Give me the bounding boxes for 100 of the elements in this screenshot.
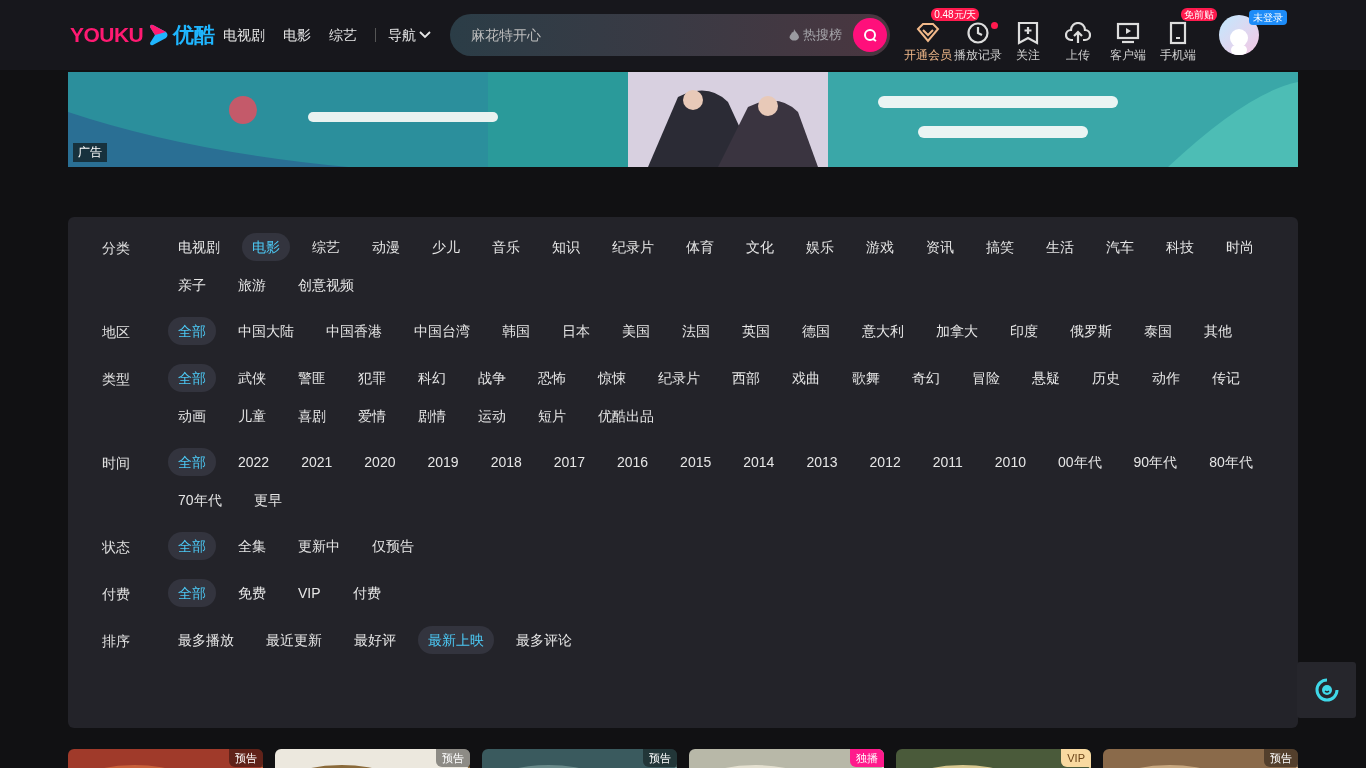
header-action-button[interactable]: 关注 [1016, 22, 1041, 64]
filter-option[interactable]: 电视剧 [168, 233, 230, 261]
filter-option[interactable]: 日本 [552, 317, 600, 345]
filter-option[interactable]: 2021 [291, 448, 343, 476]
filter-option[interactable]: 最多评论 [506, 626, 582, 654]
filter-option[interactable]: 旅游 [228, 271, 276, 299]
filter-option[interactable]: 更新中 [288, 532, 350, 560]
filter-option[interactable]: 最好评 [344, 626, 406, 654]
filter-option[interactable]: 时尚 [1216, 233, 1264, 261]
filter-option[interactable]: 仅预告 [362, 532, 424, 560]
filter-option[interactable]: 全集 [228, 532, 276, 560]
filter-option[interactable]: 剧情 [408, 402, 456, 430]
search-field[interactable]: 麻花特开心 热搜榜 [450, 14, 891, 56]
filter-option[interactable]: 2015 [670, 448, 722, 476]
filter-option[interactable]: 创意视频 [288, 271, 364, 299]
filter-option[interactable]: 2018 [480, 448, 532, 476]
header-action-button[interactable]: 客户端 [1110, 22, 1147, 64]
filter-option[interactable]: 80年代 [1199, 448, 1263, 476]
filter-option[interactable]: 印度 [1000, 317, 1048, 345]
filter-option[interactable]: 亲子 [168, 271, 216, 299]
filter-option[interactable]: 娱乐 [796, 233, 844, 261]
filter-option[interactable]: 短片 [528, 402, 576, 430]
filter-option[interactable]: 免费 [228, 579, 276, 607]
filter-option[interactable]: 体育 [676, 233, 724, 261]
search-button[interactable] [853, 18, 888, 52]
filter-option[interactable]: 意大利 [852, 317, 914, 345]
filter-option[interactable]: 2022 [228, 448, 280, 476]
filter-option[interactable]: 付费 [342, 579, 391, 607]
filter-option[interactable]: 儿童 [228, 402, 276, 430]
filter-option[interactable]: VIP [288, 579, 331, 607]
filter-option[interactable]: 泰国 [1134, 317, 1182, 345]
filter-option[interactable]: 生活 [1036, 233, 1084, 261]
filter-option[interactable]: 西部 [722, 364, 770, 392]
filter-option[interactable]: 历史 [1082, 364, 1130, 392]
nav-link[interactable]: 电影 [283, 24, 312, 46]
filter-option[interactable]: 歌舞 [842, 364, 890, 392]
filter-option[interactable]: 少儿 [422, 233, 470, 261]
filter-option[interactable]: 全部 [168, 317, 216, 345]
filter-option[interactable]: 恐怖 [528, 364, 576, 392]
filter-option[interactable]: 最新上映 [418, 626, 494, 654]
header-action-button[interactable]: 上传 [1065, 22, 1092, 64]
filter-option[interactable]: 中国台湾 [404, 317, 480, 345]
filter-option[interactable]: 70年代 [168, 486, 232, 514]
filter-option[interactable]: 冒险 [962, 364, 1010, 392]
filter-option[interactable]: 优酷出品 [588, 402, 664, 430]
filter-option[interactable]: 2017 [543, 448, 595, 476]
logo-text[interactable]: YOUKU [70, 19, 144, 51]
filter-option[interactable]: 传记 [1202, 364, 1250, 392]
filter-option[interactable]: 动画 [168, 402, 216, 430]
filter-option[interactable]: 2020 [354, 448, 406, 476]
header-action-button[interactable]: 手机端 [1160, 22, 1197, 64]
header-action-button[interactable]: 开通会员 [904, 22, 953, 64]
filter-option[interactable]: 最近更新 [256, 626, 332, 654]
filter-option[interactable]: 2016 [606, 448, 659, 476]
filter-option[interactable]: 惊悚 [588, 364, 636, 392]
hot-search-link[interactable]: 热搜榜 [803, 25, 843, 45]
filter-option[interactable]: 纪录片 [602, 233, 664, 261]
filter-option[interactable]: 2019 [417, 448, 469, 476]
customer-service-button[interactable] [1297, 662, 1356, 718]
logo-text[interactable]: 优酷 [173, 19, 216, 51]
filter-option[interactable]: 搞笑 [976, 233, 1024, 261]
filter-option[interactable]: 科技 [1156, 233, 1204, 261]
filter-option[interactable]: 电影 [242, 233, 290, 261]
filter-option[interactable]: 警匪 [288, 364, 336, 392]
filter-option[interactable]: 音乐 [482, 233, 530, 261]
filter-option[interactable]: 纪录片 [648, 364, 710, 392]
filter-option[interactable]: 其他 [1194, 317, 1242, 345]
filter-option[interactable]: 2013 [796, 448, 848, 476]
filter-option[interactable]: 战争 [468, 364, 516, 392]
header-action-button[interactable]: 播放记录 [954, 22, 1003, 64]
filter-option[interactable]: 科幻 [408, 364, 456, 392]
filter-option[interactable]: 90年代 [1123, 448, 1188, 476]
filter-option[interactable]: 全部 [168, 364, 216, 392]
filter-option[interactable]: 运动 [468, 402, 516, 430]
nav-menu[interactable]: 导航 [388, 24, 432, 46]
filter-option[interactable]: 2014 [733, 448, 785, 476]
filter-option[interactable]: 全部 [168, 448, 216, 476]
filter-option[interactable]: 资讯 [916, 233, 964, 261]
filter-option[interactable]: 动漫 [362, 233, 410, 261]
filter-option[interactable]: 文化 [736, 233, 784, 261]
filter-option[interactable]: 法国 [672, 317, 720, 345]
filter-option[interactable]: 更早 [243, 486, 292, 514]
filter-option[interactable]: 美国 [612, 317, 660, 345]
filter-option[interactable]: 中国大陆 [228, 317, 304, 345]
filter-option[interactable]: 奇幻 [902, 364, 950, 392]
filter-option[interactable]: 全部 [168, 579, 216, 607]
filter-option[interactable]: 00年代 [1048, 448, 1112, 476]
filter-option[interactable]: 2011 [922, 448, 973, 476]
filter-option[interactable]: 加拿大 [926, 317, 988, 345]
filter-option[interactable]: 爱情 [348, 402, 396, 430]
filter-option[interactable]: 犯罪 [348, 364, 396, 392]
nav-link[interactable]: 电视剧 [223, 24, 266, 46]
filter-option[interactable]: 最多播放 [168, 626, 244, 654]
filter-option[interactable]: 知识 [542, 233, 590, 261]
filter-option[interactable]: 2010 [984, 448, 1036, 476]
filter-option[interactable]: 武侠 [228, 364, 276, 392]
filter-option[interactable]: 英国 [732, 317, 780, 345]
filter-option[interactable]: 德国 [792, 317, 840, 345]
filter-option[interactable]: 悬疑 [1022, 364, 1070, 392]
filter-option[interactable]: 戏曲 [782, 364, 830, 392]
